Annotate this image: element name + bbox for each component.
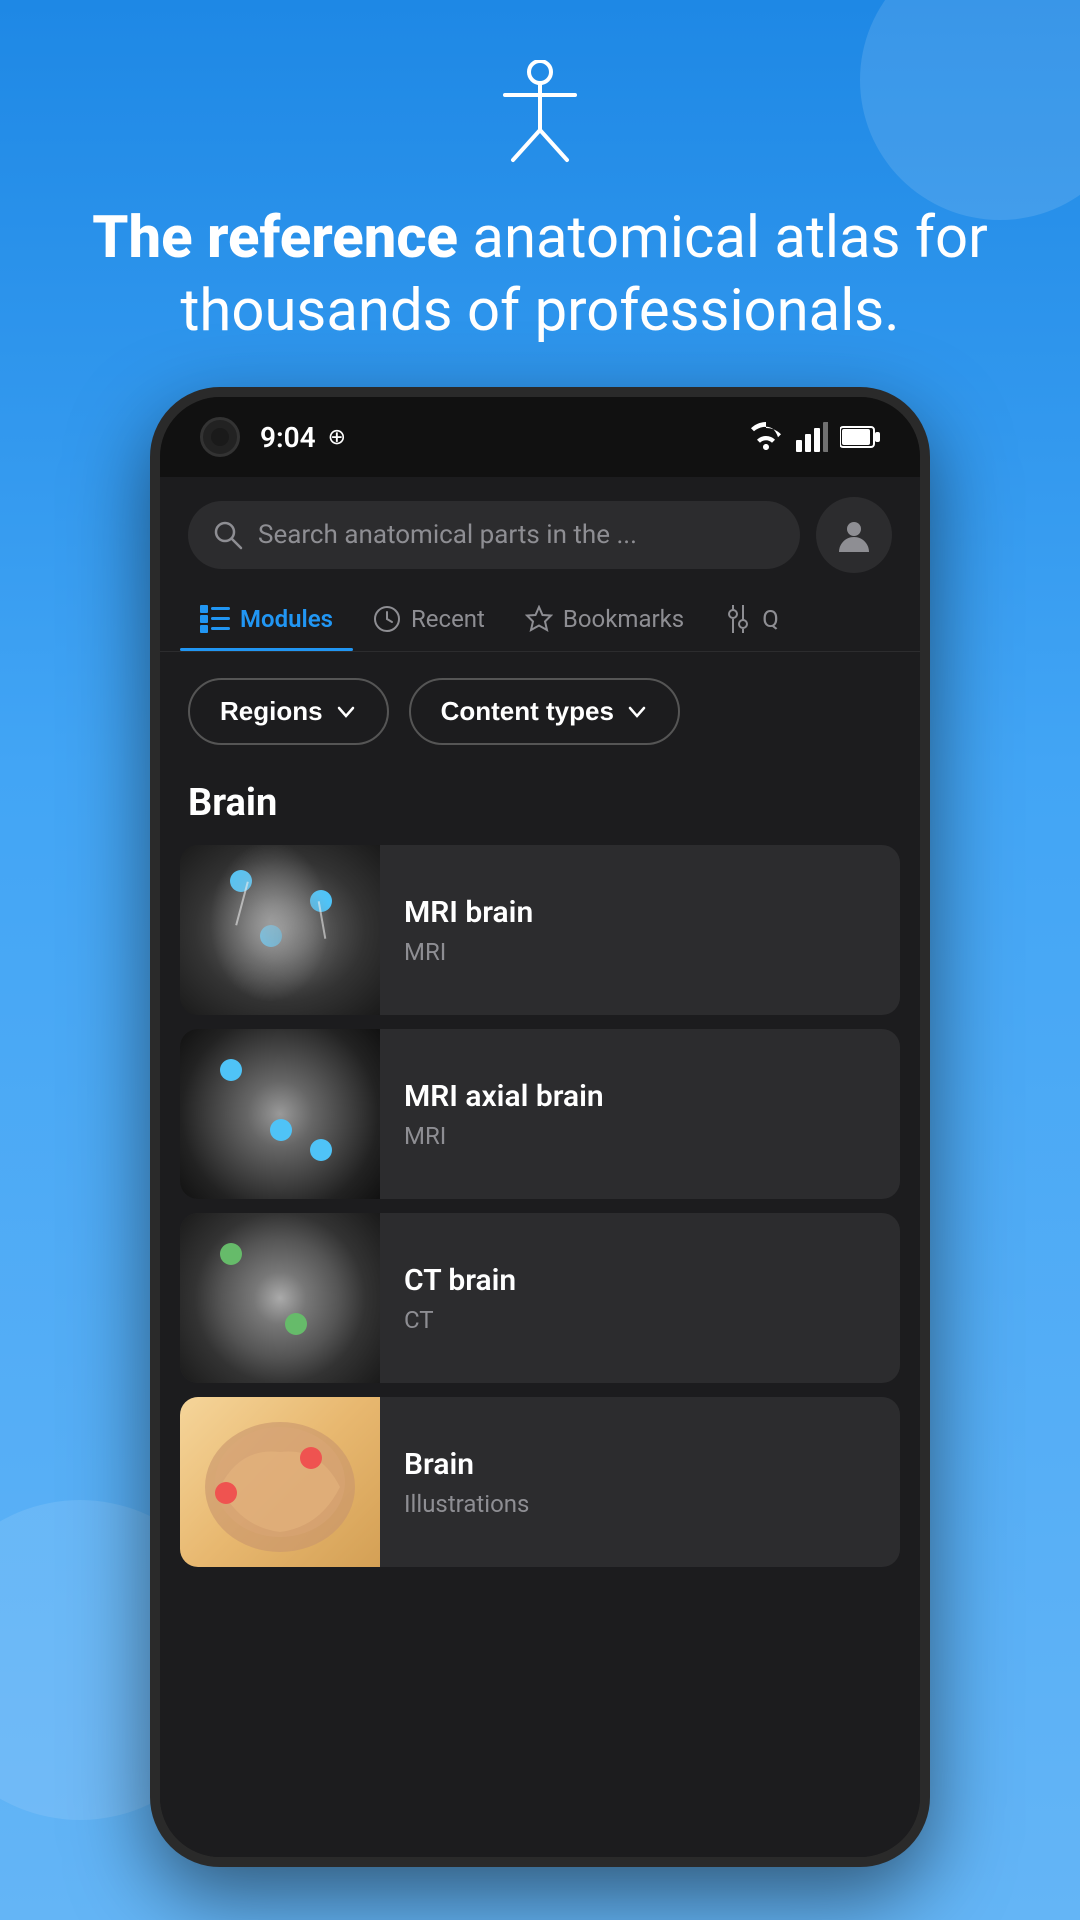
module-type: CT bbox=[404, 1306, 876, 1334]
annotation-dot bbox=[270, 1119, 292, 1141]
module-name: CT brain bbox=[404, 1263, 876, 1298]
module-item-mri-brain[interactable]: MRI brain MRI bbox=[180, 845, 900, 1015]
module-item-ct-brain[interactable]: CT brain CT bbox=[180, 1213, 900, 1383]
module-info-mri-axial: MRI axial brain MRI bbox=[380, 1059, 900, 1170]
module-name: MRI brain bbox=[404, 895, 876, 930]
pin-line bbox=[318, 901, 327, 939]
content-types-filter-label: Content types bbox=[441, 696, 614, 727]
search-placeholder-text: Search anatomical parts in the ... bbox=[258, 520, 637, 550]
annotation-dot bbox=[260, 925, 282, 947]
wifi-icon bbox=[748, 422, 784, 452]
profile-icon bbox=[835, 516, 873, 554]
module-image-ct bbox=[180, 1213, 380, 1383]
phone-container: 9:04 ⊕ bbox=[0, 387, 1080, 1867]
phone-frame: 9:04 ⊕ bbox=[150, 387, 930, 1867]
filter-icon bbox=[724, 605, 752, 633]
module-type: MRI bbox=[404, 938, 876, 966]
star-icon bbox=[525, 605, 553, 633]
tab-bookmarks[interactable]: Bookmarks bbox=[505, 591, 704, 651]
brain-illustration-svg bbox=[180, 1397, 380, 1567]
camera bbox=[200, 417, 240, 457]
status-bar: 9:04 ⊕ bbox=[160, 397, 920, 477]
profile-button[interactable] bbox=[816, 497, 892, 573]
annotation-dot bbox=[230, 870, 252, 892]
hero-section: The reference anatomical atlas for thous… bbox=[0, 0, 1080, 387]
annotation-dot bbox=[310, 890, 332, 912]
hero-title: The reference anatomical atlas for thous… bbox=[40, 202, 1040, 347]
tab-bookmarks-label: Bookmarks bbox=[563, 605, 684, 633]
signal-icon bbox=[796, 422, 828, 452]
annotation-dot bbox=[285, 1313, 307, 1335]
modules-icon bbox=[200, 605, 230, 633]
module-name: Brain bbox=[404, 1447, 876, 1482]
annotation-dot bbox=[310, 1139, 332, 1161]
hero-title-bold: The reference bbox=[92, 204, 458, 272]
battery-icon bbox=[840, 425, 880, 449]
module-info-mri-brain: MRI brain MRI bbox=[380, 875, 900, 986]
module-image-mri-brain bbox=[180, 845, 380, 1015]
search-bar[interactable]: Search anatomical parts in the ... bbox=[188, 501, 800, 569]
module-info-illustrations: Brain Illustrations bbox=[380, 1427, 900, 1538]
regions-filter-label: Regions bbox=[220, 696, 323, 727]
tab-filter-label: Q bbox=[762, 605, 779, 633]
pin-line bbox=[235, 882, 249, 926]
module-info-ct: CT brain CT bbox=[380, 1243, 900, 1354]
module-type: MRI bbox=[404, 1122, 876, 1150]
content-types-filter-button[interactable]: Content types bbox=[409, 678, 680, 745]
annotation-dot bbox=[300, 1447, 322, 1469]
notification-icon: ⊕ bbox=[328, 425, 346, 450]
tab-modules[interactable]: Modules bbox=[180, 591, 353, 651]
chevron-down-icon-2 bbox=[626, 701, 648, 723]
tab-filter[interactable]: Q bbox=[704, 591, 799, 651]
annotation-dot bbox=[220, 1243, 242, 1265]
module-item-mri-axial-brain[interactable]: MRI axial brain MRI bbox=[180, 1029, 900, 1199]
search-bar-container: Search anatomical parts in the ... bbox=[160, 477, 920, 583]
annotation-dot bbox=[220, 1059, 242, 1081]
module-item-brain-illustrations[interactable]: Brain Illustrations bbox=[180, 1397, 900, 1567]
nav-tabs: Modules Recent Bookmarks bbox=[160, 583, 920, 652]
module-list: MRI brain MRI MRI axial brain bbox=[160, 845, 920, 1567]
section-title-brain: Brain bbox=[160, 771, 920, 845]
tab-modules-label: Modules bbox=[240, 605, 333, 633]
clock-icon bbox=[373, 605, 401, 633]
module-image-illustration bbox=[180, 1397, 380, 1567]
module-type: Illustrations bbox=[404, 1490, 876, 1518]
tab-recent[interactable]: Recent bbox=[353, 591, 505, 651]
chevron-down-icon bbox=[335, 701, 357, 723]
module-image-mri-axial bbox=[180, 1029, 380, 1199]
module-name: MRI axial brain bbox=[404, 1079, 876, 1114]
tab-recent-label: Recent bbox=[411, 605, 485, 633]
body-icon bbox=[495, 60, 585, 174]
filter-buttons: Regions Content types bbox=[160, 652, 920, 771]
search-icon bbox=[212, 519, 244, 551]
status-time: 9:04 bbox=[260, 421, 316, 454]
annotation-dot bbox=[215, 1482, 237, 1504]
phone-screen: Search anatomical parts in the ... bbox=[160, 477, 920, 1857]
status-icons bbox=[748, 422, 880, 452]
regions-filter-button[interactable]: Regions bbox=[188, 678, 389, 745]
